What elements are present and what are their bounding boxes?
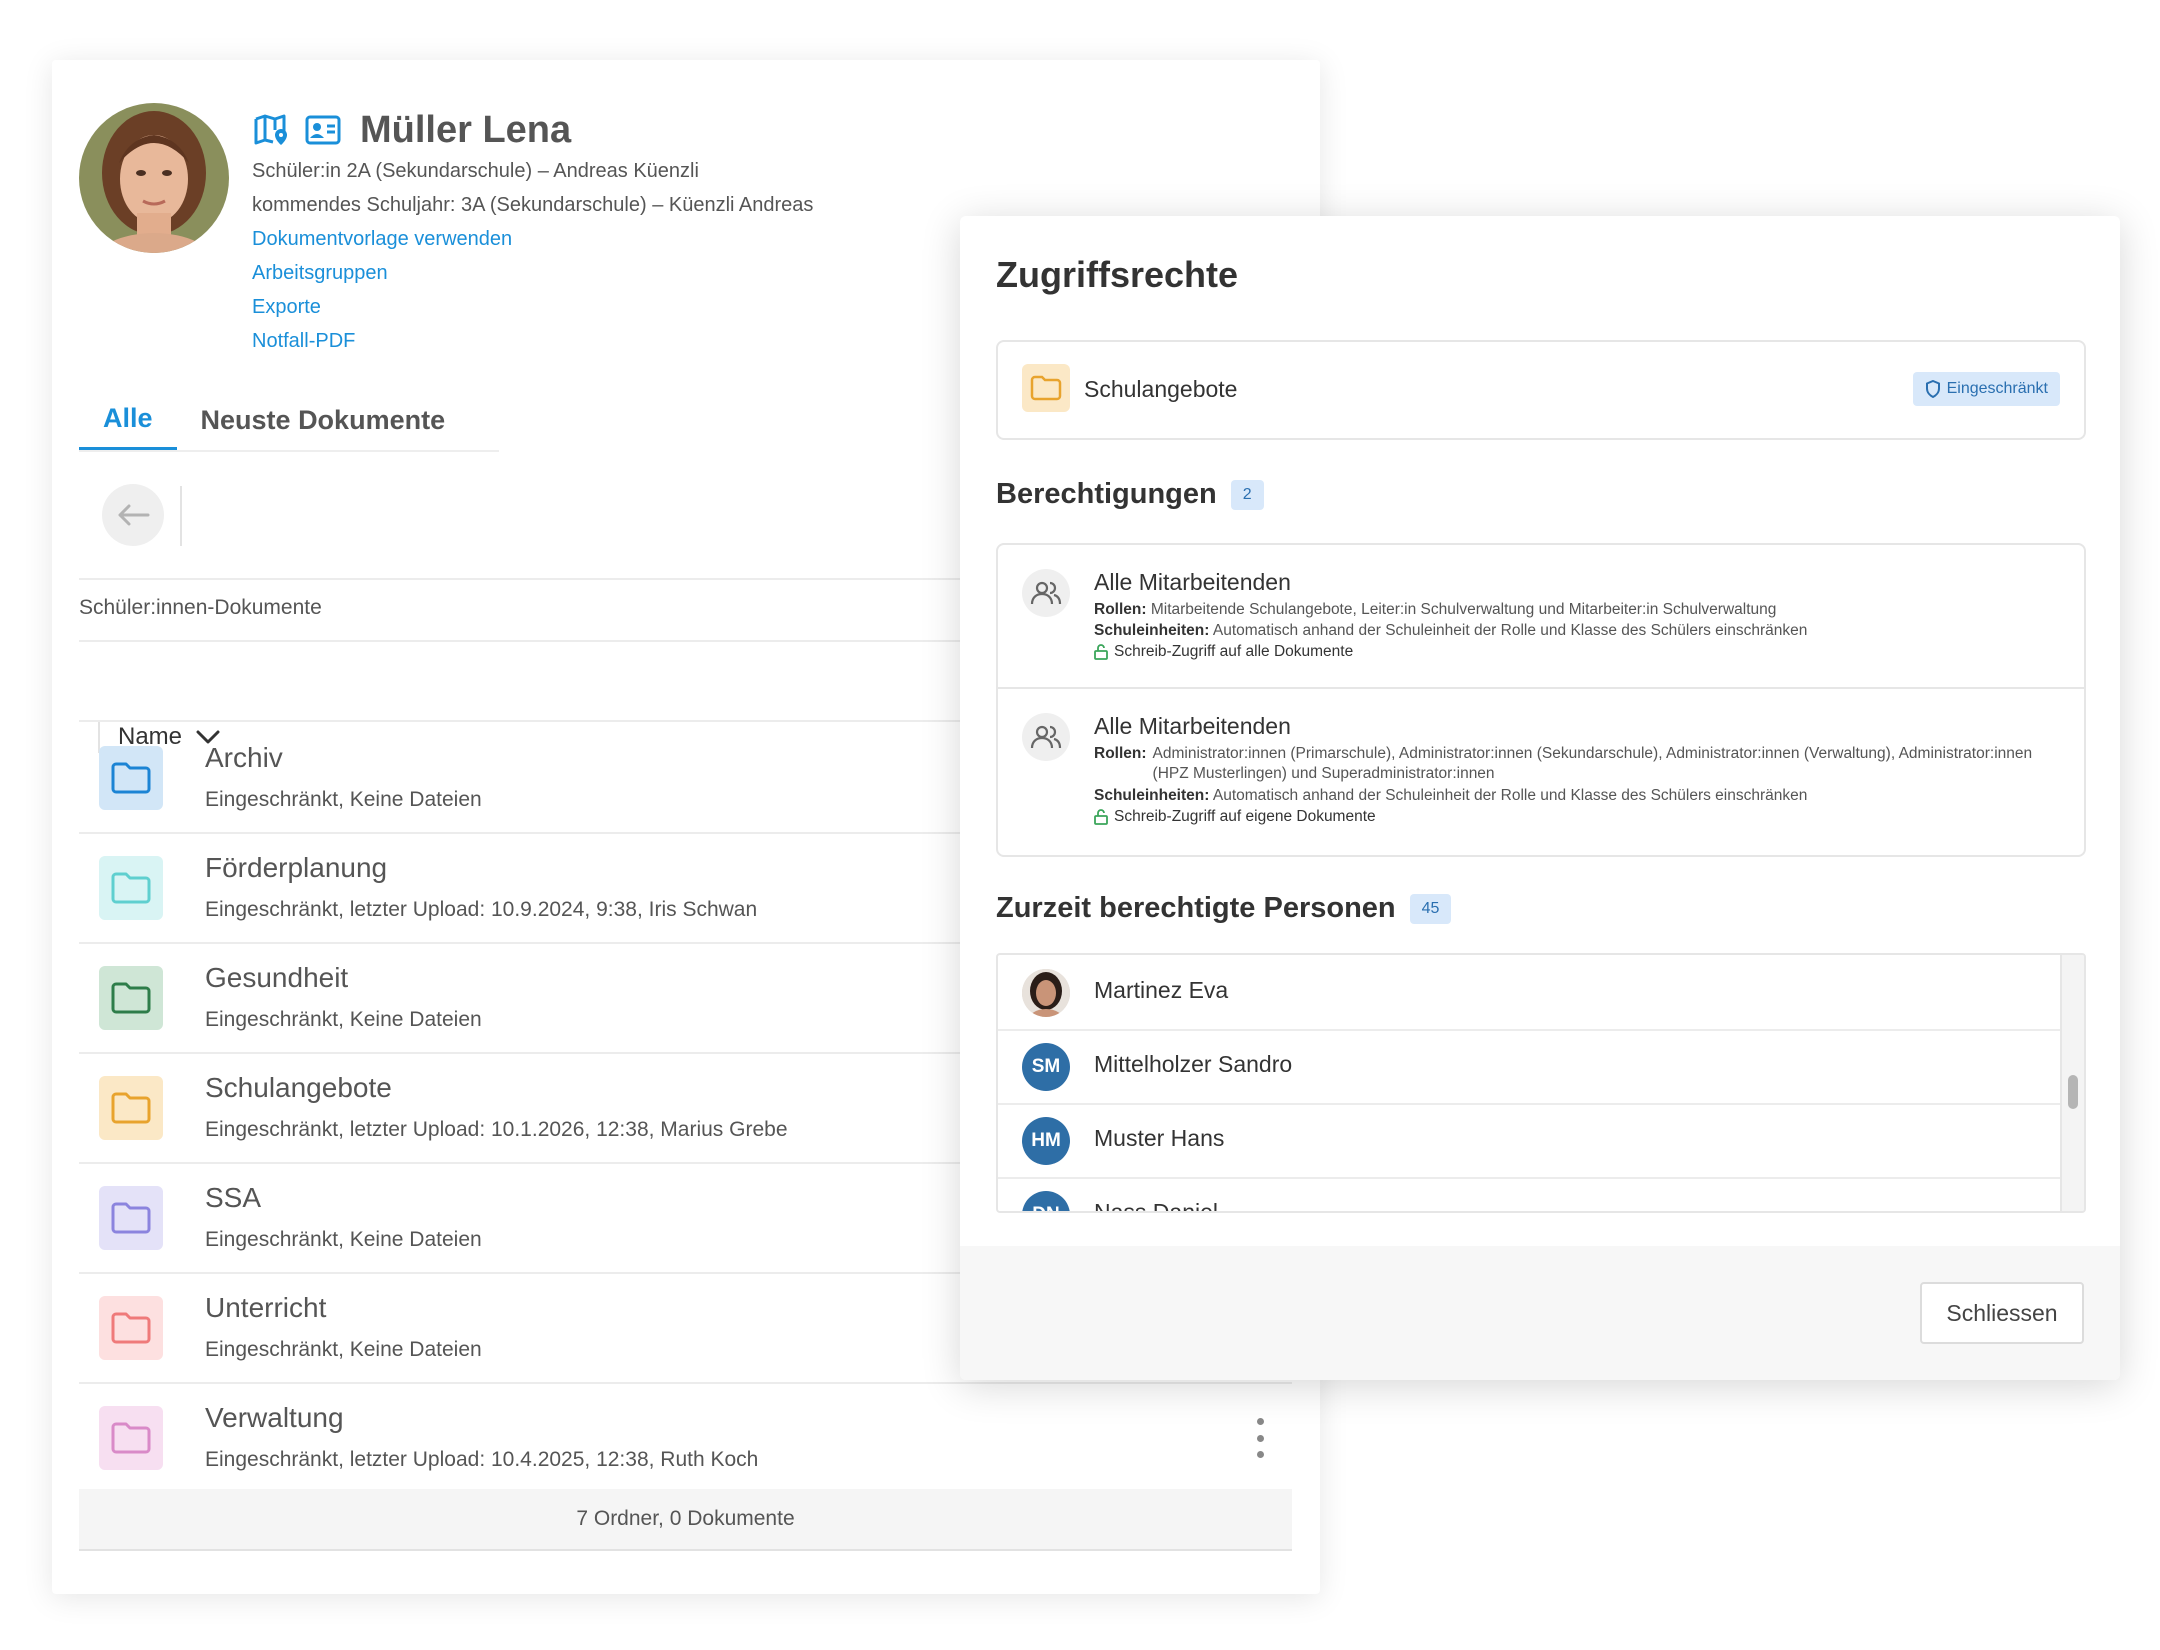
avatar: SM	[1022, 1043, 1070, 1091]
folder-title: Gesundheit	[205, 962, 349, 993]
list-item[interactable]: DN Nass Daniel	[998, 1177, 2060, 1213]
folder-title: Archiv	[205, 742, 283, 773]
folder-subtitle: Eingeschränkt, letzter Upload: 10.4.2025…	[205, 1448, 759, 1471]
dialog-folder-card: Schulangebote Eingeschränkt	[996, 340, 2086, 440]
list-item[interactable]: SM Mittelholzer Sandro	[998, 1029, 2060, 1105]
permissions-count: 2	[1230, 479, 1264, 510]
folder-subtitle: Eingeschränkt, Keine Dateien	[205, 1008, 482, 1031]
access-rights-dialog: Zugriffsrechte Schulangebote Eingeschrän…	[960, 216, 2120, 1380]
student-next-year: kommendes Schuljahr: 3A (Sekundarschule)…	[252, 194, 814, 216]
avatar: DN	[1022, 1191, 1070, 1211]
users-icon	[1022, 569, 1070, 617]
more-options-icon[interactable]	[1250, 1418, 1270, 1458]
folder-icon	[1022, 364, 1070, 412]
list-item[interactable]: HM Muster Hans	[998, 1103, 2060, 1179]
folder-icon	[99, 1296, 163, 1360]
folder-subtitle: Eingeschränkt, Keine Dateien	[205, 1228, 482, 1251]
people-scrollbar[interactable]	[2060, 955, 2084, 1211]
tab-recent-documents[interactable]: Neuste Dokumente	[177, 390, 470, 450]
folder-subtitle: Eingeschränkt, letzter Upload: 10.1.2026…	[205, 1118, 788, 1141]
permissions-list: Alle Mitarbeitenden Rollen: Mitarbeitend…	[996, 543, 2086, 857]
permission-access: Schreib-Zugriff auf alle Dokumente	[1094, 642, 2054, 662]
link-work-groups[interactable]: Arbeitsgruppen	[252, 262, 388, 285]
users-icon	[1022, 713, 1070, 761]
permission-units: Schuleinheiten: Automatisch anhand der S…	[1094, 622, 1808, 639]
people-list[interactable]: Martinez Eva SM Mittelholzer Sandro HM M…	[996, 953, 2086, 1213]
permission-name: Alle Mitarbeitenden	[1094, 569, 1291, 595]
unlock-icon	[1094, 809, 1108, 825]
permission-name: Alle Mitarbeitenden	[1094, 713, 1291, 739]
dialog-title: Zugriffsrechte	[996, 254, 1239, 295]
person-name: Nass Daniel	[1094, 1199, 1218, 1213]
dialog-footer: Schliessen	[960, 1246, 2120, 1380]
link-emergency-pdf[interactable]: Notfall-PDF	[252, 330, 355, 353]
breadcrumb: Schüler:innen-Dokumente	[79, 596, 322, 619]
link-exports[interactable]: Exporte	[252, 296, 321, 319]
folder-icon	[99, 746, 163, 810]
avatar	[1022, 969, 1070, 1017]
document-tabs: Alle Neuste Dokumente	[79, 390, 499, 452]
folder-icon	[99, 1076, 163, 1140]
permissions-title: Berechtigungen	[996, 478, 1217, 510]
folder-subtitle: Eingeschränkt, letzter Upload: 10.9.2024…	[205, 898, 758, 921]
map-pin-icon[interactable]	[252, 111, 290, 149]
student-name: Müller Lena	[360, 108, 572, 151]
dialog-folder-name: Schulangebote	[1084, 376, 1238, 402]
folder-title: Förderplanung	[205, 852, 388, 883]
folder-title: SSA	[205, 1182, 262, 1213]
person-name: Mittelholzer Sandro	[1094, 1051, 1293, 1077]
permission-item: Alle Mitarbeitenden Rollen: Administrator…	[998, 689, 2084, 853]
folder-row[interactable]: Verwaltung Eingeschränkt, letzter Upload:…	[79, 1382, 1292, 1492]
people-title: Zurzeit berechtigte Personen	[996, 892, 1396, 924]
permissions-heading: Berechtigungen 2	[996, 478, 1264, 511]
permission-units: Schuleinheiten: Automatisch anhand der S…	[1094, 787, 1808, 804]
folder-title: Schulangebote	[205, 1072, 392, 1103]
list-item[interactable]: Martinez Eva	[998, 955, 2060, 1031]
arrow-left-icon	[118, 504, 150, 526]
people-heading: Zurzeit berechtigte Personen 45	[996, 892, 1452, 925]
permission-roles: Rollen: Administrator:innen (Primarschule…	[1094, 745, 2033, 782]
back-button[interactable]	[102, 484, 164, 546]
people-count: 45	[1409, 893, 1452, 924]
avatar: HM	[1022, 1117, 1070, 1165]
person-name: Muster Hans	[1094, 1125, 1225, 1151]
folder-subtitle: Eingeschränkt, Keine Dateien	[205, 1338, 482, 1361]
permission-roles: Rollen: Mitarbeitende Schulangebote, Lei…	[1094, 601, 1777, 618]
person-name: Martinez Eva	[1094, 977, 1229, 1003]
permission-item: Alle Mitarbeitenden Rollen: Mitarbeitend…	[998, 545, 2084, 689]
permission-access: Schreib-Zugriff auf eigene Dokumente	[1094, 807, 2054, 827]
student-header: Müller Lena	[252, 100, 571, 160]
student-avatar	[79, 103, 229, 253]
folder-icon	[99, 856, 163, 920]
folder-subtitle: Eingeschränkt, Keine Dateien	[205, 788, 482, 811]
id-card-icon[interactable]	[304, 111, 342, 149]
restricted-badge: Eingeschränkt	[1912, 372, 2060, 406]
folder-title: Verwaltung	[205, 1402, 344, 1433]
folder-summary: 7 Ordner, 0 Dokumente	[79, 1489, 1292, 1551]
folder-icon	[99, 1406, 163, 1470]
scrollbar-thumb[interactable]	[2068, 1075, 2078, 1109]
tab-all[interactable]: Alle	[79, 390, 177, 450]
close-button[interactable]: Schliessen	[1920, 1282, 2084, 1344]
folder-icon	[99, 966, 163, 1030]
restricted-badge-label: Eingeschränkt	[1946, 380, 2048, 397]
link-document-template[interactable]: Dokumentvorlage verwenden	[252, 228, 512, 251]
unlock-icon	[1094, 644, 1108, 660]
shield-icon	[1925, 380, 1940, 398]
toolbar-divider	[180, 486, 182, 546]
student-class: Schüler:in 2A (Sekundarschule) – Andreas…	[252, 160, 699, 182]
folder-icon	[99, 1186, 163, 1250]
folder-title: Unterricht	[205, 1292, 327, 1323]
